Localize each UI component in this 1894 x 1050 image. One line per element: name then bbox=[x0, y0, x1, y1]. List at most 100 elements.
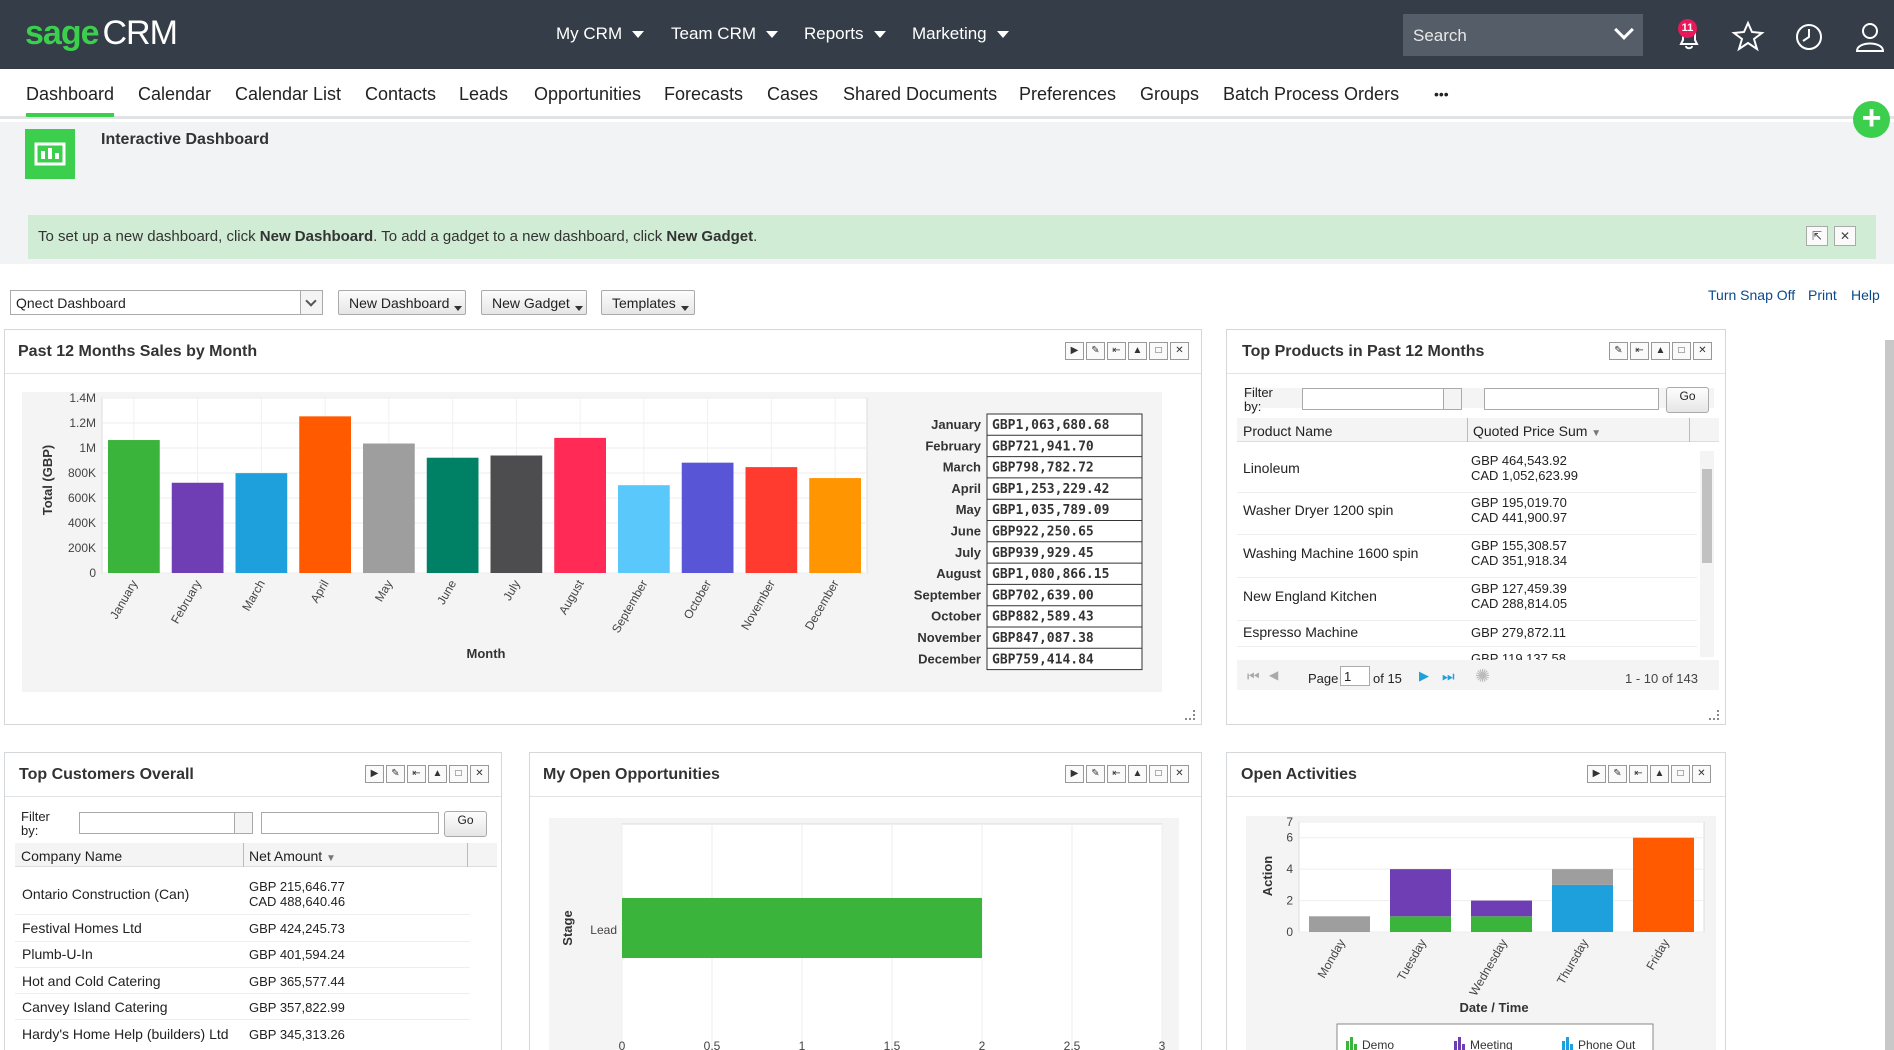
tab-dashboard[interactable]: Dashboard bbox=[26, 84, 114, 105]
close-icon[interactable]: ✕ bbox=[1692, 765, 1711, 783]
tab-groups[interactable]: Groups bbox=[1140, 84, 1199, 105]
resize-handle[interactable] bbox=[1185, 710, 1195, 720]
bar-november[interactable] bbox=[745, 467, 798, 573]
turn-snap-off-link[interactable]: Turn Snap Off bbox=[1708, 287, 1795, 303]
maximize-icon[interactable]: □ bbox=[449, 765, 468, 783]
go-button[interactable]: Go bbox=[1666, 387, 1709, 413]
bar-april[interactable] bbox=[299, 416, 351, 573]
sage-crm-logo[interactable]: sage CRM bbox=[25, 14, 178, 53]
prev-page-icon[interactable]: ◀ bbox=[1269, 668, 1278, 682]
table-row[interactable]: New England Kitchen bbox=[1243, 588, 1377, 604]
collapse-icon[interactable]: ▲ bbox=[1651, 342, 1670, 360]
edit-icon[interactable]: ✎ bbox=[1609, 342, 1628, 360]
column-header-net-amount[interactable]: Net Amount ▼ bbox=[249, 848, 336, 864]
bar-tuesday[interactable] bbox=[1390, 916, 1451, 932]
column-header-quoted-price[interactable]: Quoted Price Sum ▼ bbox=[1473, 423, 1601, 439]
bar-june[interactable] bbox=[426, 457, 479, 573]
page-input[interactable]: 1 bbox=[1340, 666, 1370, 686]
dashboard-select[interactable]: Qnect Dashboard bbox=[10, 290, 323, 315]
table-row[interactable]: Linoleum bbox=[1243, 460, 1300, 476]
grid-scrollbar[interactable] bbox=[1700, 451, 1714, 657]
new-dashboard-button[interactable]: New Dashboard bbox=[338, 290, 466, 315]
refresh-icon[interactable]: ✺ bbox=[1475, 666, 1490, 687]
table-row[interactable]: Ontario Construction (Can) bbox=[22, 886, 189, 902]
table-row[interactable]: Plumb-U-In bbox=[22, 946, 93, 962]
maximize-icon[interactable]: □ bbox=[1672, 342, 1691, 360]
chevron-down-icon[interactable] bbox=[1614, 20, 1634, 40]
tab-preferences[interactable]: Preferences bbox=[1019, 84, 1116, 105]
bar-wednesday[interactable] bbox=[1471, 916, 1532, 932]
user-icon[interactable] bbox=[1853, 19, 1887, 53]
bar-may[interactable] bbox=[363, 443, 415, 573]
tab-shared-documents[interactable]: Shared Documents bbox=[843, 84, 997, 105]
bar-friday[interactable] bbox=[1633, 837, 1694, 932]
collapse-icon[interactable]: ▲ bbox=[1128, 765, 1147, 783]
bar-lead[interactable] bbox=[622, 898, 982, 958]
chevron-down-icon[interactable] bbox=[234, 813, 252, 833]
bar-august[interactable] bbox=[554, 437, 606, 573]
maximize-icon[interactable]: □ bbox=[1671, 765, 1690, 783]
column-header-product-name[interactable]: Product Name bbox=[1243, 423, 1332, 439]
play-icon[interactable]: ▶ bbox=[1065, 342, 1084, 360]
bar-thursday[interactable] bbox=[1552, 869, 1613, 885]
print-link[interactable]: Print bbox=[1808, 287, 1837, 303]
filter-select[interactable] bbox=[79, 812, 253, 834]
go-button[interactable]: Go bbox=[444, 811, 487, 837]
resize-handle[interactable] bbox=[1709, 710, 1719, 720]
bar-october[interactable] bbox=[681, 462, 734, 573]
table-row[interactable]: Hardy's Home Help (builders) Ltd bbox=[22, 1026, 229, 1042]
templates-button[interactable]: Templates bbox=[601, 290, 695, 315]
bar-july[interactable] bbox=[490, 455, 543, 573]
bar-wednesday[interactable] bbox=[1471, 900, 1532, 917]
scrollbar-thumb[interactable] bbox=[1702, 469, 1712, 563]
close-icon[interactable]: ✕ bbox=[1170, 765, 1189, 783]
last-page-icon[interactable]: ⏭ bbox=[1442, 668, 1455, 685]
page-scrollbar[interactable] bbox=[1885, 340, 1894, 1050]
tab-batch-process-orders[interactable]: Batch Process Orders bbox=[1223, 84, 1399, 105]
top-nav-reports[interactable]: Reports bbox=[804, 24, 886, 44]
tab-leads[interactable]: Leads bbox=[459, 84, 508, 105]
tab-forecasts[interactable]: Forecasts bbox=[664, 84, 743, 105]
tab-opportunities[interactable]: Opportunities bbox=[534, 84, 641, 105]
tab-calendar[interactable]: Calendar bbox=[138, 84, 211, 105]
maximize-icon[interactable]: □ bbox=[1149, 342, 1168, 360]
tab-calendar-list[interactable]: Calendar List bbox=[235, 84, 341, 105]
play-icon[interactable]: ▶ bbox=[1587, 765, 1606, 783]
pin-icon[interactable]: ⇤ bbox=[1107, 765, 1126, 783]
star-icon[interactable] bbox=[1731, 19, 1765, 53]
play-icon[interactable]: ▶ bbox=[1065, 765, 1084, 783]
edit-icon[interactable]: ✎ bbox=[386, 765, 405, 783]
edit-icon[interactable]: ✎ bbox=[1608, 765, 1627, 783]
bar-march[interactable] bbox=[235, 473, 288, 573]
first-page-icon[interactable]: ⏮ bbox=[1247, 668, 1260, 685]
close-icon[interactable]: ✕ bbox=[470, 765, 489, 783]
bar-january[interactable] bbox=[108, 440, 160, 573]
pin-icon[interactable]: ⇤ bbox=[1107, 342, 1126, 360]
more-tabs-icon[interactable]: ••• bbox=[1434, 86, 1449, 102]
filter-select[interactable] bbox=[1302, 388, 1462, 410]
clock-icon[interactable] bbox=[1792, 19, 1826, 53]
bar-tuesday[interactable] bbox=[1390, 869, 1451, 917]
top-nav-marketing[interactable]: Marketing bbox=[912, 24, 1009, 44]
bar-thursday[interactable] bbox=[1552, 884, 1613, 932]
top-nav-team-crm[interactable]: Team CRM bbox=[671, 24, 779, 44]
filter-input[interactable] bbox=[1484, 388, 1659, 410]
search-input[interactable]: Search bbox=[1403, 14, 1643, 56]
filter-input[interactable] bbox=[261, 812, 439, 834]
table-row[interactable]: Canvey Island Catering bbox=[22, 999, 168, 1015]
tab-contacts[interactable]: Contacts bbox=[365, 84, 436, 105]
bar-february[interactable] bbox=[171, 482, 224, 573]
bar-december[interactable] bbox=[809, 478, 861, 573]
top-nav-my-crm[interactable]: My CRM bbox=[556, 24, 645, 44]
edit-icon[interactable]: ✎ bbox=[1086, 342, 1105, 360]
column-header-company-name[interactable]: Company Name bbox=[21, 848, 122, 864]
chevron-down-icon[interactable] bbox=[300, 291, 322, 314]
expand-info-icon[interactable]: ⇱ bbox=[1806, 226, 1828, 246]
collapse-icon[interactable]: ▲ bbox=[1650, 765, 1669, 783]
bar-monday[interactable] bbox=[1309, 916, 1370, 932]
pin-icon[interactable]: ⇤ bbox=[1630, 342, 1649, 360]
close-icon[interactable]: ✕ bbox=[1170, 342, 1189, 360]
close-icon[interactable]: ✕ bbox=[1834, 226, 1856, 246]
new-gadget-button[interactable]: New Gadget bbox=[481, 290, 587, 315]
maximize-icon[interactable]: □ bbox=[1149, 765, 1168, 783]
